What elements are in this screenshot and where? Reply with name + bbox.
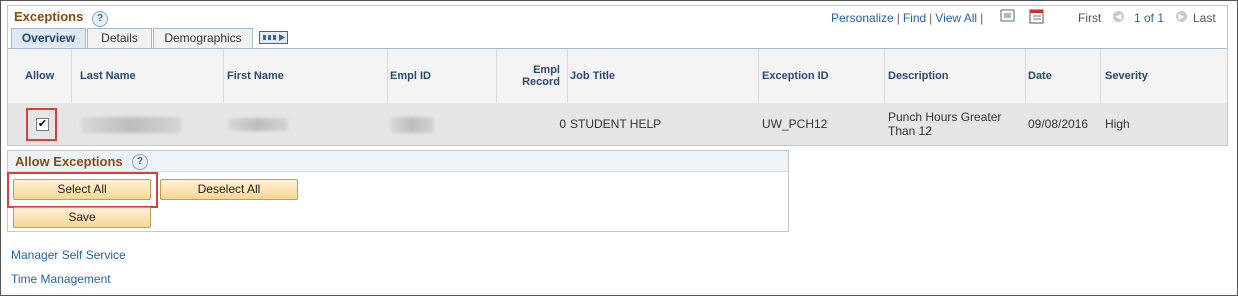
tab-demographics[interactable]: Demographics bbox=[153, 28, 253, 48]
col-description[interactable]: Description bbox=[888, 49, 949, 103]
column-divider bbox=[884, 49, 885, 103]
exceptions-grid: Exceptions ? Personalize | Find | View All | … bbox=[7, 5, 1228, 146]
empl-record-value: 0 bbox=[559, 117, 566, 131]
select-all-button[interactable]: Select All bbox=[13, 179, 151, 200]
row-range: 1 of 1 bbox=[1134, 11, 1165, 25]
column-divider bbox=[223, 49, 224, 103]
deselect-all-button[interactable]: Deselect All bbox=[160, 179, 298, 200]
exception-id-value: UW_PCH12 bbox=[762, 117, 828, 131]
view-all-link[interactable]: View All bbox=[935, 11, 977, 25]
col-first-name[interactable]: First Name bbox=[227, 49, 284, 103]
separator: | bbox=[980, 11, 984, 25]
personalize-link[interactable]: Personalize bbox=[831, 11, 894, 25]
description-value: Punch Hours Greater Than 12 bbox=[888, 103, 1001, 145]
col-empl-record[interactable]: Empl Record bbox=[513, 49, 560, 103]
severity-value: High bbox=[1105, 117, 1130, 131]
col-empl-id[interactable]: Empl ID bbox=[390, 49, 431, 103]
tab-details[interactable]: Details bbox=[87, 28, 152, 48]
col-severity[interactable]: Severity bbox=[1105, 49, 1148, 103]
time-management-link[interactable]: Time Management bbox=[11, 272, 111, 286]
col-empl-record-line2: Record bbox=[522, 76, 560, 88]
description-line1: Punch Hours Greater bbox=[888, 110, 1002, 124]
find-link[interactable]: Find bbox=[903, 11, 926, 25]
col-exception-id[interactable]: Exception ID bbox=[762, 49, 829, 103]
tab-overview[interactable]: Overview bbox=[11, 28, 86, 49]
date-value: 09/08/2016 bbox=[1028, 117, 1089, 131]
allow-exceptions-title: Allow Exceptions bbox=[15, 154, 123, 169]
separator: | bbox=[929, 11, 933, 25]
allow-exceptions-panel: Allow Exceptions ? Select All Deselect A… bbox=[7, 150, 789, 232]
col-date[interactable]: Date bbox=[1028, 49, 1052, 103]
show-all-columns-icon[interactable] bbox=[259, 31, 289, 48]
col-last-name[interactable]: Last Name bbox=[80, 49, 136, 103]
help-icon[interactable]: ? bbox=[92, 11, 108, 27]
column-header-row: Allow Last Name First Name Empl ID Empl … bbox=[8, 49, 1227, 104]
page-frame: Exceptions ? Personalize | Find | View All | … bbox=[0, 0, 1238, 296]
col-empl-record-line1: Empl bbox=[533, 64, 560, 76]
col-allow[interactable]: Allow bbox=[25, 49, 54, 103]
zoom-icon[interactable] bbox=[1000, 9, 1016, 26]
column-divider bbox=[758, 49, 759, 103]
job-title-value: STUDENT HELP bbox=[570, 117, 662, 131]
column-divider bbox=[496, 49, 497, 103]
last-label: Last bbox=[1193, 11, 1216, 25]
column-divider bbox=[1025, 49, 1026, 103]
column-divider bbox=[387, 49, 388, 103]
grid-title: Exceptions bbox=[14, 9, 84, 24]
column-divider bbox=[1100, 49, 1101, 103]
first-name-redacted bbox=[228, 118, 288, 131]
allow-checkbox[interactable]: ✔ bbox=[36, 118, 49, 131]
column-divider bbox=[567, 49, 568, 103]
grid-header: Exceptions ? Personalize | Find | View All | … bbox=[8, 6, 1227, 28]
help-icon[interactable]: ? bbox=[132, 154, 148, 170]
download-icon[interactable] bbox=[1029, 9, 1045, 27]
next-icon: ▶ bbox=[1176, 11, 1187, 22]
last-name-redacted bbox=[81, 117, 181, 133]
save-button[interactable]: Save bbox=[13, 207, 151, 228]
previous-icon: ◀ bbox=[1113, 11, 1124, 22]
empl-id-redacted bbox=[390, 117, 434, 133]
table-row: ✔ 0 STUDENT HELP UW_PCH12 Punch Hours Gr… bbox=[8, 103, 1227, 145]
column-divider bbox=[71, 49, 72, 103]
allow-exceptions-header: Allow Exceptions ? bbox=[8, 151, 788, 172]
grid-toolbar: Personalize | Find | View All | bbox=[831, 11, 986, 25]
separator: | bbox=[896, 11, 900, 25]
manager-self-service-link[interactable]: Manager Self Service bbox=[11, 248, 126, 262]
col-job-title[interactable]: Job Title bbox=[570, 49, 615, 103]
first-label: First bbox=[1078, 11, 1102, 25]
description-line2: Than 12 bbox=[888, 124, 933, 138]
